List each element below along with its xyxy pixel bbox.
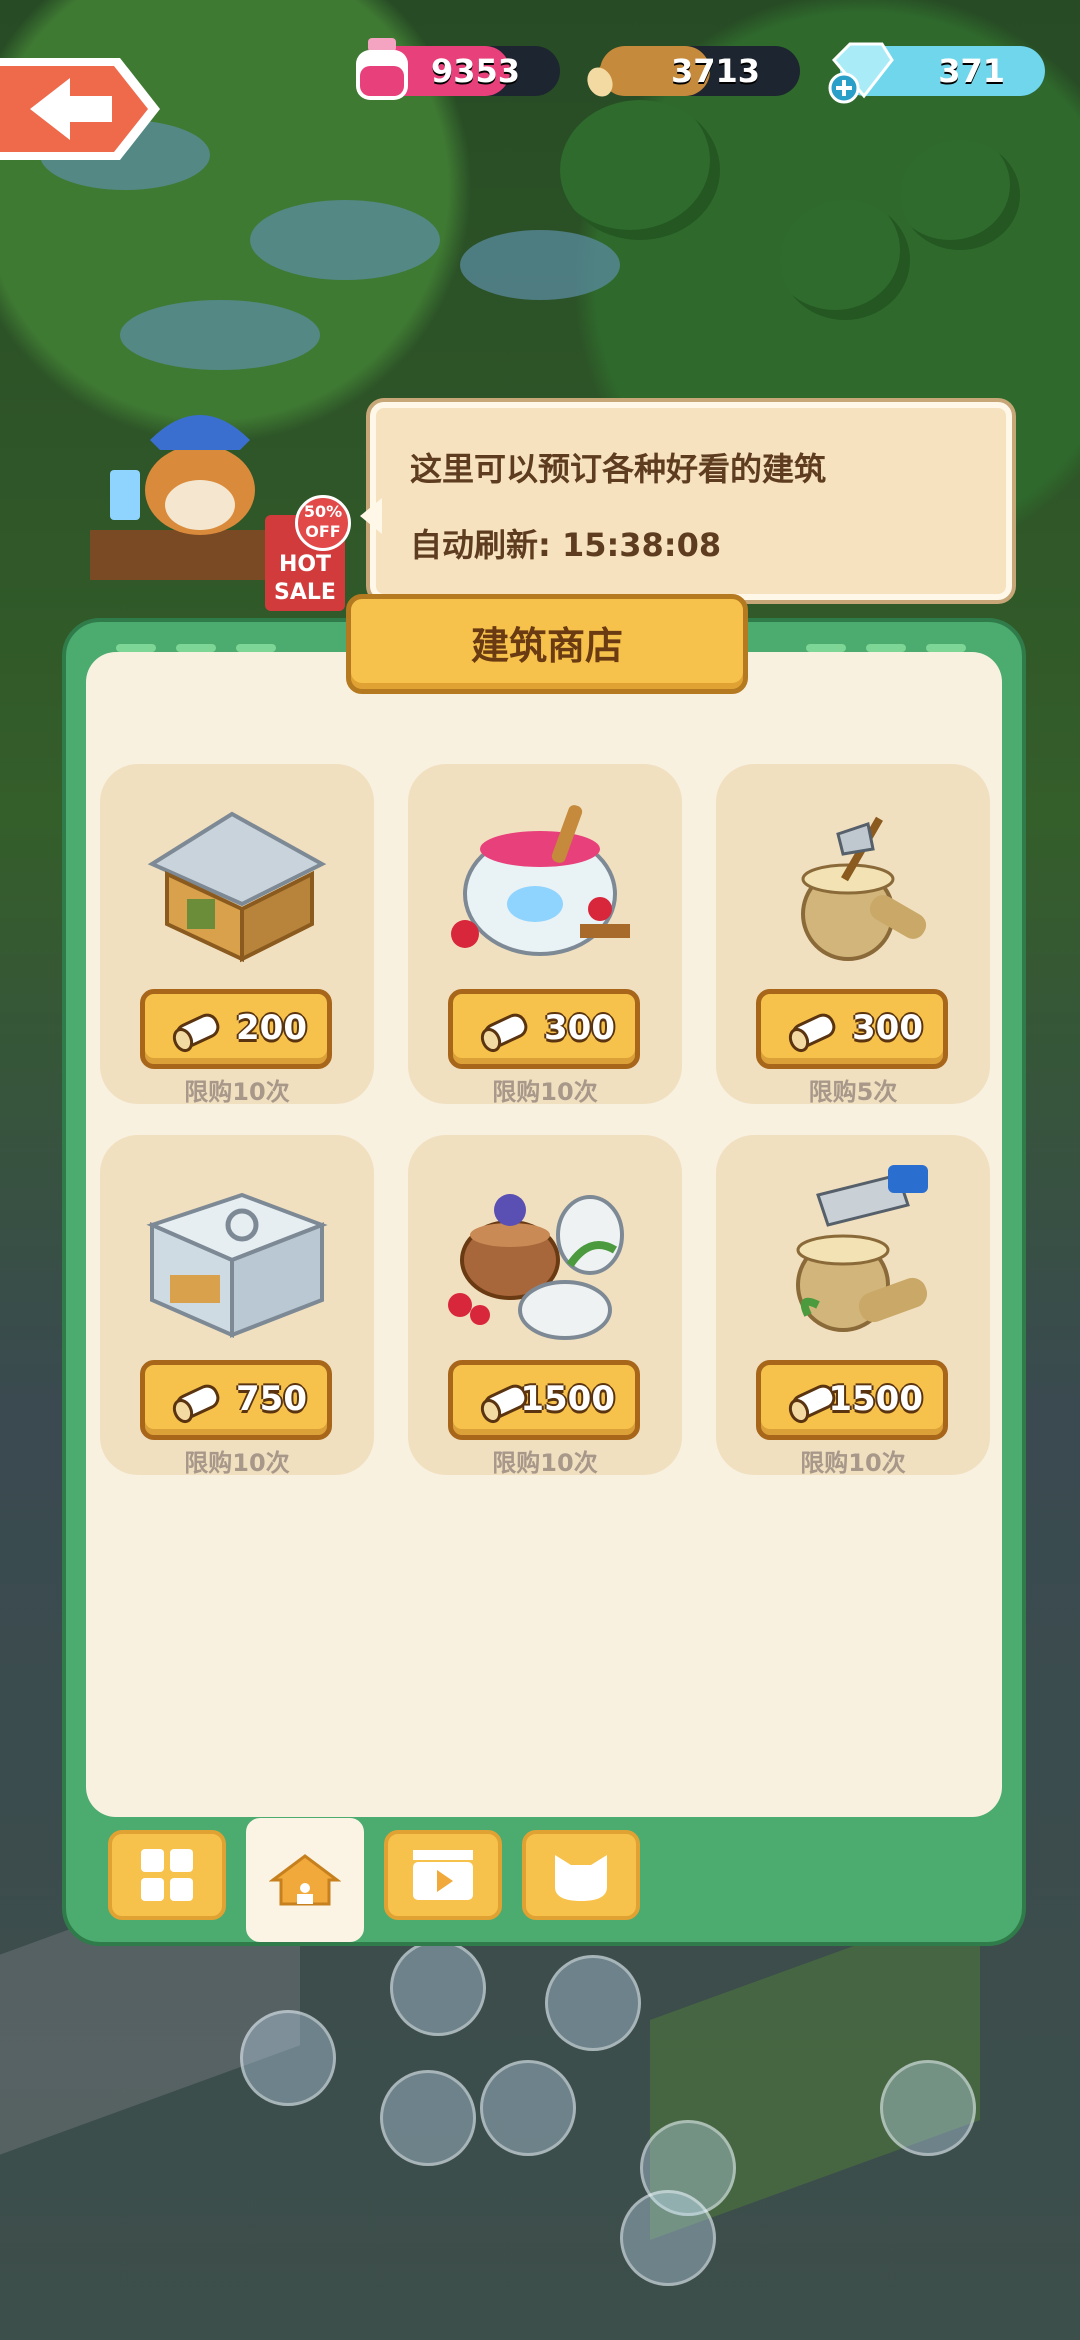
shop-item-card[interactable]: 300 限购5次 xyxy=(716,764,990,1106)
shop-item-card[interactable]: 1500 限购10次 xyxy=(716,1135,990,1477)
ink-bottle-icon xyxy=(356,38,408,100)
shop-item-card[interactable]: 300 限购10次 xyxy=(408,764,682,1106)
cat-icon xyxy=(555,1855,607,1901)
wooden-hut-icon xyxy=(147,811,327,963)
axe-stump-icon xyxy=(801,816,927,961)
wood-log-icon xyxy=(587,50,648,97)
saw-stump-icon xyxy=(796,1165,928,1332)
berry-pots-icon xyxy=(448,1194,624,1340)
wood-log-icon xyxy=(480,1013,528,1053)
house-icon xyxy=(269,1854,341,1906)
shop-item-card[interactable]: 750 限购10次 xyxy=(100,1135,374,1477)
refresh-timer: 自动刷新: 15:38:08 xyxy=(410,526,722,564)
purchase-limit: 限购10次 xyxy=(184,1449,290,1477)
back-button[interactable] xyxy=(0,50,168,168)
buy-button[interactable]: 300 xyxy=(448,989,640,1069)
item-price: 1500 xyxy=(828,1379,923,1419)
item-price: 300 xyxy=(544,1008,615,1048)
purchase-limit: 限购10次 xyxy=(492,1078,598,1106)
gem-plus-icon[interactable] xyxy=(826,34,898,106)
shop-item-card[interactable]: 200 限购10次 xyxy=(100,764,374,1106)
item-price: 750 xyxy=(236,1379,307,1419)
shop-title: 建筑商店 xyxy=(470,624,623,668)
tab-all[interactable] xyxy=(108,1830,226,1920)
wood-log-icon xyxy=(172,1013,220,1053)
ink-resource-bar: 9353 xyxy=(356,38,560,100)
tab-videos[interactable] xyxy=(384,1830,502,1920)
shop-title-plate: 建筑商店 xyxy=(346,594,748,694)
hot-sale-sign: 50% OFF HOT SALE xyxy=(265,495,351,611)
shop-item-grid: 200 限购10次 300 限购10次 300 限购5次 750 限购10次 1… xyxy=(86,652,1002,1817)
hot-sale-text: HOT SALE xyxy=(274,552,336,605)
video-icon xyxy=(413,1850,473,1900)
wood-resource-bar: 3713 xyxy=(587,46,800,97)
ink-amount: 9353 xyxy=(430,52,520,90)
tab-pets[interactable] xyxy=(522,1830,640,1920)
wood-log-icon xyxy=(172,1384,220,1424)
item-price: 1500 xyxy=(520,1379,615,1419)
buy-button[interactable]: 1500 xyxy=(448,1360,640,1440)
item-price: 300 xyxy=(852,1008,923,1048)
buy-button[interactable]: 1500 xyxy=(756,1360,948,1440)
grid-icon xyxy=(141,1849,193,1901)
wood-amount: 3713 xyxy=(670,52,760,90)
item-price: 200 xyxy=(236,1008,307,1048)
paint-pot-icon xyxy=(451,805,630,956)
buy-button[interactable]: 300 xyxy=(756,989,948,1069)
wood-log-icon xyxy=(788,1013,836,1053)
back-arrow-icon xyxy=(0,58,160,160)
purchase-limit: 限购10次 xyxy=(184,1078,290,1106)
tab-buildings[interactable] xyxy=(246,1818,364,1942)
gem-resource-bar[interactable]: 371 xyxy=(828,42,1045,104)
building-shop-panel: 200 限购10次 300 限购10次 300 限购5次 750 限购10次 1… xyxy=(62,594,1026,1946)
shopkeeper-dog-character xyxy=(90,415,290,580)
purchase-limit: 限购10次 xyxy=(492,1449,598,1477)
purchase-limit: 限购5次 xyxy=(808,1078,898,1106)
purchase-limit: 限购10次 xyxy=(800,1449,906,1477)
buy-button[interactable]: 750 xyxy=(140,1360,332,1440)
shop-item-card[interactable]: 1500 限购10次 xyxy=(408,1135,682,1477)
workshop-box-icon xyxy=(146,1192,328,1339)
gem-amount: 371 xyxy=(938,52,1005,90)
speech-description: 这里可以预订各种好看的建筑 xyxy=(410,450,827,488)
buy-button[interactable]: 200 xyxy=(140,989,332,1069)
npc-speech-bubble: 这里可以预订各种好看的建筑 自动刷新: 15:38:08 xyxy=(360,402,1012,600)
